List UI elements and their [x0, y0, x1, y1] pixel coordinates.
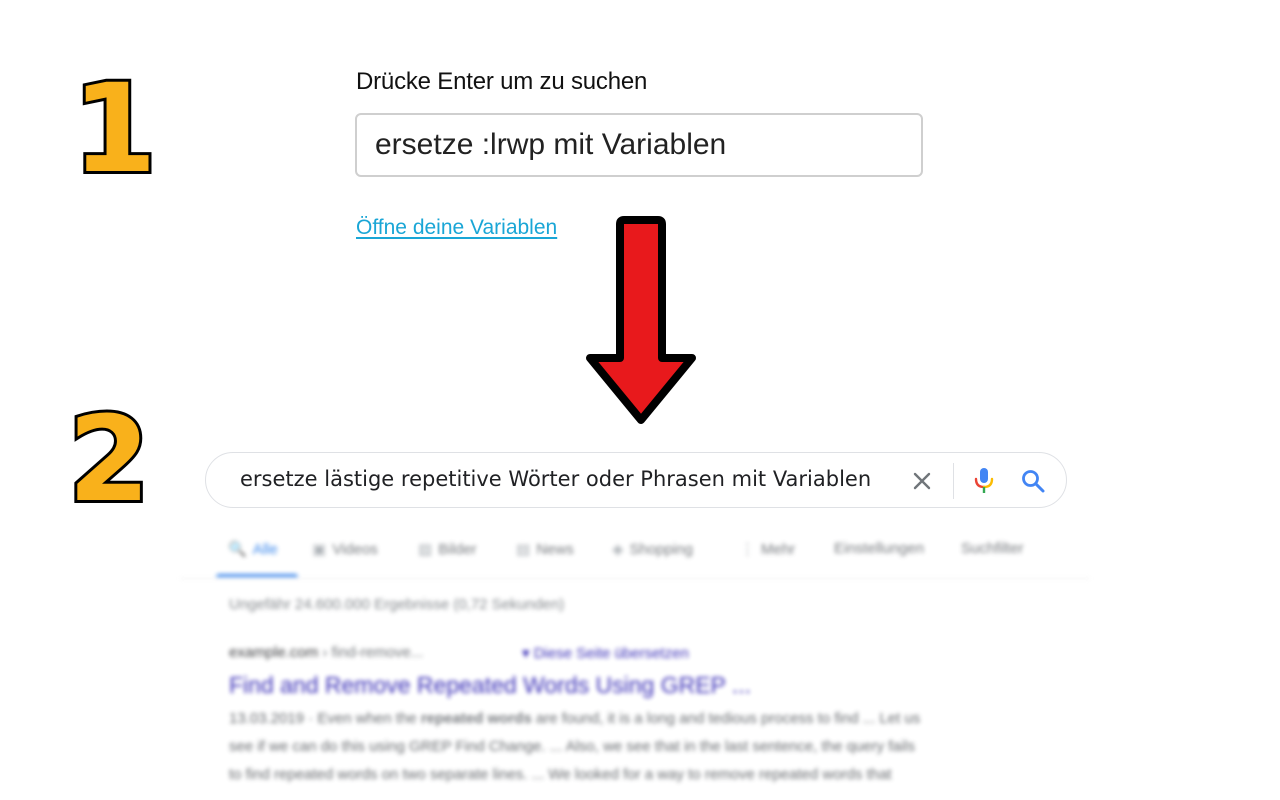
snippet-text: to find repeated words on two separate l…: [229, 766, 892, 783]
tab-more[interactable]: ⋮ Mehr: [740, 540, 795, 558]
result-snippet-line: 13.03.2019 · Even when the repeated word…: [229, 710, 920, 727]
tag-icon: ◈: [612, 540, 624, 558]
search-prompt-label: Drücke Enter um zu suchen: [356, 68, 648, 95]
result-stats: Ungefähr 24.600.000 Ergebnisse (0,72 Sek…: [229, 596, 565, 613]
snippet-text: are found, it is a long and tedious proc…: [531, 710, 921, 727]
tab-label: Bilder: [438, 540, 477, 558]
tab-settings[interactable]: Einstellungen: [834, 540, 924, 557]
search-tabs: 🔍 Alle ▣ Videos ▨ Bilder ▤ News ◈ Shoppi…: [216, 538, 1086, 578]
step-number-one: 1: [69, 58, 160, 200]
microphone-icon[interactable]: [972, 467, 996, 495]
tab-videos[interactable]: ▣ Videos: [312, 540, 378, 558]
snippet-highlight: repeated words: [420, 710, 532, 727]
tab-label: Videos: [332, 540, 378, 558]
translate-page-link[interactable]: ▾ Diese Seite übersetzen: [522, 644, 689, 662]
news-icon: ▤: [516, 540, 531, 558]
snippet-text: 13.03.2019 · Even when the: [229, 710, 421, 727]
result-snippet-line: to find repeated words on two separate l…: [229, 766, 892, 783]
tabs-divider: [180, 578, 1090, 579]
search-small-icon: 🔍: [228, 540, 247, 558]
result-snippet-line: see if we can do this using GREP Find Ch…: [229, 738, 915, 755]
variable-search-input[interactable]: [355, 113, 923, 177]
tab-label: Mehr: [761, 540, 796, 558]
tutorial-canvas: 1 2 Drücke Enter um zu suchen Öffne dein…: [0, 0, 1280, 800]
search-results-area: 🔍 Alle ▣ Videos ▨ Bilder ▤ News ◈ Shoppi…: [0, 520, 1280, 800]
active-tab-indicator: [216, 574, 298, 577]
search-icon[interactable]: [1020, 468, 1046, 494]
result-title-link[interactable]: Find and Remove Repeated Words Using GRE…: [229, 672, 751, 699]
google-search-bar[interactable]: ersetze lästige repetitive Wörter oder P…: [205, 452, 1067, 508]
tab-label: Alle: [252, 540, 278, 558]
step-number-two: 2: [65, 390, 153, 528]
image-icon: ▨: [418, 540, 433, 558]
tab-search-tools[interactable]: Suchfilter: [961, 540, 1024, 557]
tab-images[interactable]: ▨ Bilder: [418, 540, 477, 558]
tab-label: Shopping: [629, 540, 693, 558]
result-site: example.com: [229, 644, 319, 661]
tab-label: Einstellungen: [834, 540, 925, 557]
tab-all[interactable]: 🔍 Alle: [228, 540, 278, 558]
more-vertical-icon: ⋮: [740, 540, 755, 558]
clear-icon[interactable]: [910, 469, 934, 493]
tab-label: News: [536, 540, 574, 558]
video-icon: ▣: [312, 540, 327, 558]
tab-news[interactable]: ▤ News: [516, 540, 574, 558]
google-search-query[interactable]: ersetze lästige repetitive Wörter oder P…: [240, 467, 871, 491]
search-bar-divider: [953, 463, 954, 499]
tab-shopping[interactable]: ◈ Shopping: [612, 540, 693, 558]
snippet-text: see if we can do this using GREP Find Ch…: [229, 738, 915, 755]
result-url[interactable]: example.com › find-remove...: [229, 644, 423, 661]
down-arrow-icon: [586, 216, 696, 424]
tab-label: Suchfilter: [961, 540, 1024, 557]
open-variables-link[interactable]: Öffne deine Variablen: [356, 216, 557, 240]
result-path: › find-remove...: [318, 644, 424, 661]
